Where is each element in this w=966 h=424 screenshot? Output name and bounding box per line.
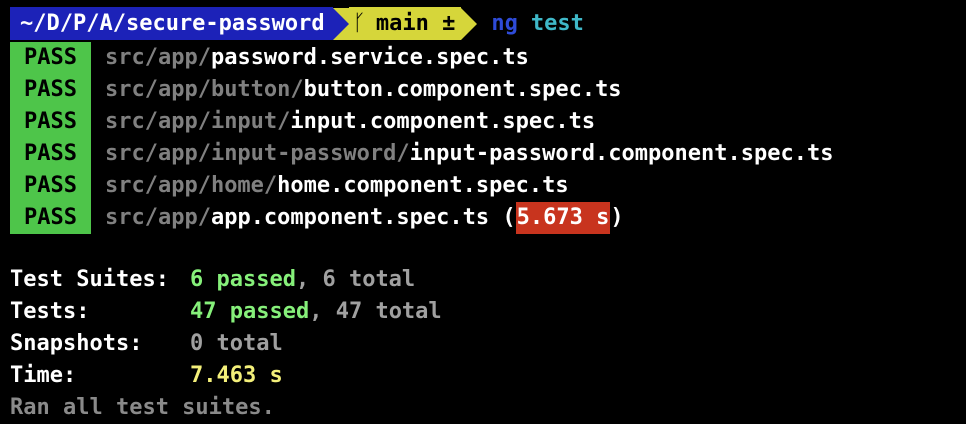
summary-suites: Test Suites: 6 passed , 6 total	[10, 264, 415, 296]
test-file-name: button.component.spec.ts	[303, 77, 622, 102]
total-time: 7.463 s	[190, 363, 283, 388]
pass-badge: PASS	[10, 202, 91, 234]
suites-passed: 6 passed	[190, 267, 296, 292]
test-file-dir: src/app/input/	[104, 109, 291, 134]
tests-total: , 47 total	[309, 299, 442, 324]
snapshots-total: 0 total	[190, 331, 283, 356]
summary-footer: Ran all test suites.	[10, 392, 275, 424]
test-file-name: app.component.spec.ts	[210, 205, 490, 230]
time-close-paren: )	[610, 205, 624, 230]
test-file-dir: src/app/button/	[104, 77, 304, 102]
summary-snapshots: Snapshots: 0 total	[10, 328, 283, 360]
test-file-name: input-password.component.spec.ts	[409, 141, 834, 166]
test-file-dir: src/app/	[104, 205, 211, 230]
shell-prompt: ~/D/P/A/secure-password ᚴ main ± ng test	[10, 7, 584, 40]
pass-badge: PASS	[10, 138, 91, 170]
test-result-row: PASS src/app/button/ button.component.sp…	[10, 74, 622, 106]
test-result-row: PASS src/app/input/ input.component.spec…	[10, 106, 595, 138]
test-result-row: PASS src/app/home/ home.component.spec.t…	[10, 170, 569, 202]
slow-test-time: 5.673 s	[515, 202, 611, 234]
pass-badge: PASS	[10, 106, 91, 138]
command-argument: test	[530, 11, 584, 36]
pass-badge: PASS	[10, 170, 91, 202]
summary-label: Test Suites:	[10, 267, 169, 292]
prompt-path: ~/D/P/A/secure-password	[10, 7, 333, 40]
prompt-git-segment: ᚴ main ±	[348, 7, 462, 40]
footer-text: Ran all test suites.	[10, 395, 275, 420]
test-file-dir: src/app/home/	[104, 173, 278, 198]
time-open-paren: (	[489, 205, 516, 230]
summary-time: Time: 7.463 s	[10, 360, 283, 392]
powerline-separator-icon	[332, 7, 349, 40]
test-file-name: input.component.spec.ts	[290, 109, 596, 134]
git-branch-name: main ±	[375, 11, 456, 36]
git-branch-icon: ᚴ	[352, 11, 366, 36]
summary-label: Tests:	[10, 299, 90, 324]
test-file-name: home.component.spec.ts	[277, 173, 569, 198]
summary-label: Time:	[10, 363, 77, 388]
command-name: ng	[491, 11, 518, 36]
test-file-dir: src/app/input-password/	[104, 141, 410, 166]
powerline-end-icon	[461, 7, 478, 40]
suites-total: , 6 total	[295, 267, 416, 292]
tests-passed: 47 passed	[190, 299, 310, 324]
pass-badge: PASS	[10, 42, 91, 74]
summary-label: Snapshots:	[10, 331, 143, 356]
summary-tests: Tests: 47 passed , 47 total	[10, 296, 442, 328]
test-result-row: PASS src/app/input-password/ input-passw…	[10, 138, 833, 170]
test-file-name: password.service.spec.ts	[210, 45, 529, 70]
test-result-row: PASS src/app/ app.component.spec.ts ( 5.…	[10, 202, 624, 234]
pass-badge: PASS	[10, 74, 91, 106]
terminal-window[interactable]: ~/D/P/A/secure-password ᚴ main ± ng test…	[0, 0, 966, 424]
test-file-dir: src/app/	[104, 45, 211, 70]
test-result-row: PASS src/app/ password.service.spec.ts	[10, 42, 529, 74]
